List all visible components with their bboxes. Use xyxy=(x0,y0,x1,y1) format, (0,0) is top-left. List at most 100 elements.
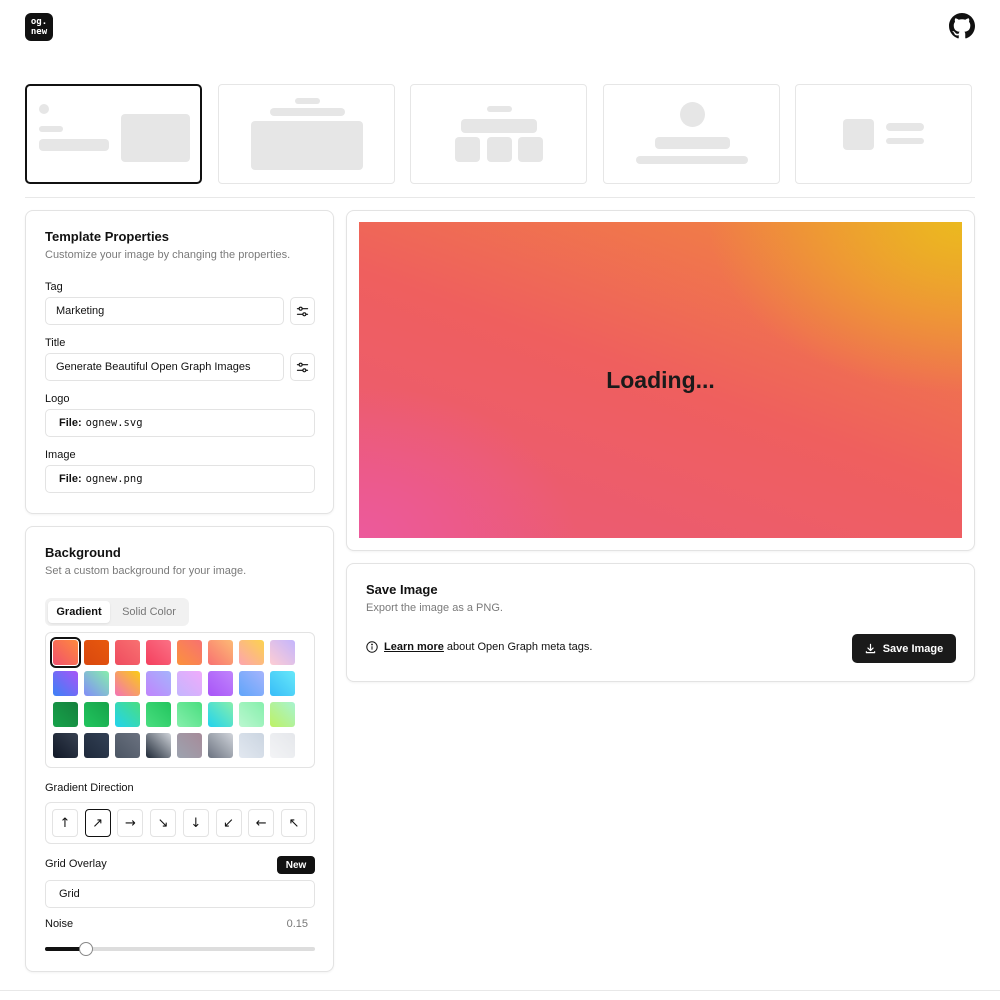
gradient-swatch[interactable] xyxy=(115,733,140,758)
title-settings-button[interactable] xyxy=(290,353,315,381)
noise-slider[interactable] xyxy=(45,942,315,956)
direction-up-right-button[interactable]: ↗ xyxy=(84,809,111,837)
gradient-swatch[interactable] xyxy=(84,640,109,665)
template-thumb-5[interactable] xyxy=(795,84,972,184)
thumb-placeholder xyxy=(886,138,924,144)
og-image-preview: Loading... xyxy=(359,222,962,538)
gradient-swatch[interactable] xyxy=(146,702,171,727)
title-label: Title xyxy=(45,337,66,349)
gradient-swatch[interactable] xyxy=(84,733,109,758)
template-thumb-4[interactable] xyxy=(603,84,780,184)
save-subtitle: Export the image as a PNG. xyxy=(366,602,503,614)
tag-value: Marketing xyxy=(56,305,105,317)
github-icon[interactable] xyxy=(949,13,975,39)
gradient-swatch[interactable] xyxy=(270,640,295,665)
ognew-logo[interactable]: og. new xyxy=(25,13,53,41)
thumb-placeholder xyxy=(843,119,874,150)
preview-card: Loading... xyxy=(346,210,975,551)
direction-up-left-button[interactable]: ↖ xyxy=(280,809,307,837)
gradient-swatch[interactable] xyxy=(115,640,140,665)
thumb-placeholder xyxy=(461,119,537,133)
gradient-swatch[interactable] xyxy=(208,733,233,758)
gradient-swatch[interactable] xyxy=(146,671,171,696)
gradient-swatch[interactable] xyxy=(53,702,78,727)
info-suffix: about Open Graph meta tags. xyxy=(446,641,593,653)
sliders-icon xyxy=(296,362,309,372)
logo-file-name: ognew.svg xyxy=(85,417,143,429)
thumb-placeholder xyxy=(455,137,480,162)
info-line: Learn more about Open Graph meta tags. xyxy=(366,641,592,653)
template-thumb-3[interactable] xyxy=(410,84,587,184)
tag-settings-button[interactable] xyxy=(290,297,315,325)
thumb-placeholder xyxy=(680,102,705,127)
title-input[interactable]: Generate Beautiful Open Graph Images xyxy=(45,353,284,381)
grid-overlay-label: Grid Overlay xyxy=(45,858,107,870)
learn-more-link[interactable]: Learn more xyxy=(384,641,444,653)
gradient-swatch-grid xyxy=(45,632,315,768)
download-icon xyxy=(865,643,875,654)
gradient-swatch[interactable] xyxy=(53,671,78,696)
thumb-placeholder xyxy=(270,108,345,116)
thumb-placeholder xyxy=(39,104,49,114)
logo-file-input[interactable]: File: ognew.svg xyxy=(45,409,315,437)
gradient-swatch[interactable] xyxy=(146,640,171,665)
properties-title: Template Properties xyxy=(45,229,170,244)
gradient-swatch[interactable] xyxy=(208,671,233,696)
background-card: Background Set a custom background for y… xyxy=(25,526,334,972)
thumb-placeholder xyxy=(518,137,543,162)
gradient-swatch[interactable] xyxy=(208,640,233,665)
thumb-placeholder xyxy=(121,114,190,162)
thumb-placeholder xyxy=(886,123,924,131)
logo-line-1: og. xyxy=(30,17,48,27)
noise-slider-thumb[interactable] xyxy=(78,942,93,956)
gradient-swatch[interactable] xyxy=(177,702,202,727)
logo-file-prefix: File: xyxy=(59,417,82,429)
save-image-button[interactable]: Save Image xyxy=(852,634,956,663)
save-image-card: Save Image Export the image as a PNG. Le… xyxy=(346,563,975,682)
noise-value: 0.15 xyxy=(286,918,308,930)
gradient-swatch[interactable] xyxy=(239,640,264,665)
template-thumb-1[interactable] xyxy=(25,84,202,184)
gradient-swatch[interactable] xyxy=(177,671,202,696)
thumb-placeholder xyxy=(636,156,748,164)
thumb-placeholder xyxy=(39,139,109,151)
gradient-swatch[interactable] xyxy=(270,671,295,696)
gradient-swatch[interactable] xyxy=(239,702,264,727)
direction-left-button[interactable]: ← xyxy=(248,809,275,837)
footer-divider xyxy=(0,990,1000,991)
gradient-swatch[interactable] xyxy=(146,733,171,758)
direction-down-button[interactable]: ↓ xyxy=(182,809,209,837)
template-thumb-2[interactable] xyxy=(218,84,395,184)
gradient-swatch[interactable] xyxy=(115,702,140,727)
thumb-placeholder xyxy=(655,137,730,149)
grid-overlay-select[interactable]: Grid xyxy=(45,880,315,908)
gradient-swatch[interactable] xyxy=(239,733,264,758)
gradient-swatch[interactable] xyxy=(177,640,202,665)
direction-down-right-button[interactable]: ↘ xyxy=(150,809,177,837)
gradient-direction-label: Gradient Direction xyxy=(45,782,134,794)
loading-text: Loading... xyxy=(606,366,715,393)
direction-up-button[interactable]: ↑ xyxy=(52,809,78,837)
gradient-swatch[interactable] xyxy=(53,733,78,758)
gradient-direction-group: ↑ ↗ → ↘ ↓ ↙ ← ↖ xyxy=(45,802,315,844)
gradient-swatch[interactable] xyxy=(177,733,202,758)
grid-overlay-value: Grid xyxy=(59,888,80,900)
gradient-swatch[interactable] xyxy=(239,671,264,696)
logo-line-2: new xyxy=(30,27,48,37)
image-file-input[interactable]: File: ognew.png xyxy=(45,465,315,493)
gradient-swatch[interactable] xyxy=(270,702,295,727)
gradient-swatch[interactable] xyxy=(84,671,109,696)
direction-down-left-button[interactable]: ↙ xyxy=(215,809,242,837)
gradient-swatch[interactable] xyxy=(84,702,109,727)
tab-solid-color[interactable]: Solid Color xyxy=(113,601,185,623)
gradient-swatch[interactable] xyxy=(50,637,81,668)
gradient-swatch[interactable] xyxy=(208,702,233,727)
gradient-swatch[interactable] xyxy=(270,733,295,758)
tab-gradient[interactable]: Gradient xyxy=(48,601,110,623)
gradient-swatch[interactable] xyxy=(115,671,140,696)
direction-right-button[interactable]: → xyxy=(117,809,144,837)
thumb-placeholder xyxy=(487,106,512,112)
tag-input[interactable]: Marketing xyxy=(45,297,284,325)
save-title: Save Image xyxy=(366,582,438,597)
template-properties-card: Template Properties Customize your image… xyxy=(25,210,334,514)
